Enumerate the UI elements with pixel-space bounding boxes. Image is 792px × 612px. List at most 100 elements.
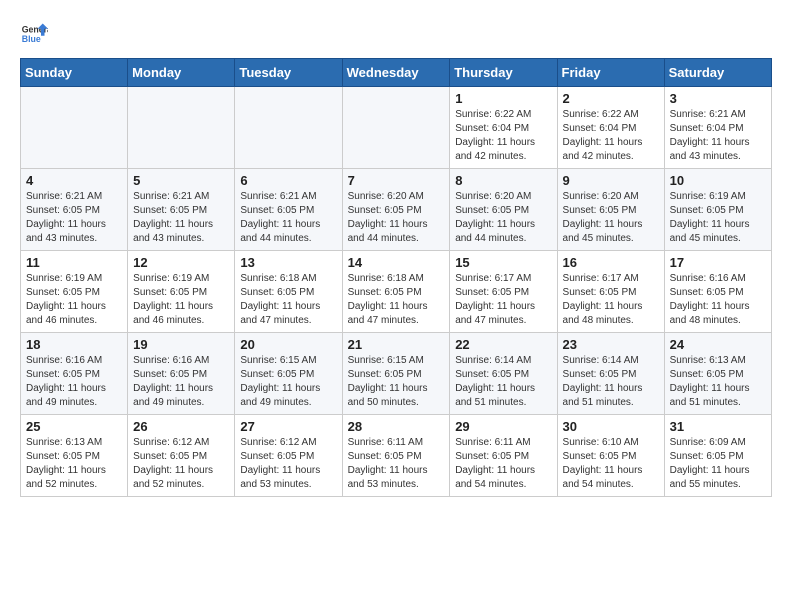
day-cell: 29Sunrise: 6:11 AMSunset: 6:05 PMDayligh… [450,415,557,497]
day-info: Sunrise: 6:12 AM [240,436,336,450]
day-cell: 22Sunrise: 6:14 AMSunset: 6:05 PMDayligh… [450,333,557,415]
day-info: Daylight: 11 hours and 50 minutes. [348,382,445,410]
week-row-1: 1 Sunrise: 6:22 AM Sunset: 6:04 PM Daylight… [21,87,772,169]
dow-sunday: Sunday [21,59,128,87]
day-info: Sunrise: 6:13 AM [26,436,122,450]
day-info: Sunset: 6:05 PM [563,204,659,218]
day-info: Sunset: 6:05 PM [240,286,336,300]
svg-text:Blue: Blue [22,34,41,44]
day-number: 26 [133,419,229,434]
day-cell: 11Sunrise: 6:19 AMSunset: 6:05 PMDayligh… [21,251,128,333]
day-number: 16 [563,255,659,270]
day-info: Sunset: 6:05 PM [670,286,766,300]
day-number: 2 [563,91,659,106]
day-info: Sunrise: 6:19 AM [670,190,766,204]
day-info: Sunrise: 6:22 AM [455,108,551,122]
day-cell [128,87,235,169]
day-cell: 31Sunrise: 6:09 AMSunset: 6:05 PMDayligh… [664,415,771,497]
day-info: Sunrise: 6:16 AM [133,354,229,368]
day-number: 3 [670,91,766,106]
day-cell: 20Sunrise: 6:15 AMSunset: 6:05 PMDayligh… [235,333,342,415]
day-info: Daylight: 11 hours and 47 minutes. [455,300,551,328]
day-number: 31 [670,419,766,434]
calendar-body: 1 Sunrise: 6:22 AM Sunset: 6:04 PM Daylight… [21,87,772,497]
dow-monday: Monday [128,59,235,87]
day-cell [235,87,342,169]
day-cell: 28Sunrise: 6:11 AMSunset: 6:05 PMDayligh… [342,415,450,497]
day-info: Sunset: 6:05 PM [133,204,229,218]
week-row-5: 25Sunrise: 6:13 AMSunset: 6:05 PMDayligh… [21,415,772,497]
day-info: Sunrise: 6:16 AM [26,354,122,368]
logo-icon: General Blue [20,20,48,48]
day-info: Daylight: 11 hours and 47 minutes. [240,300,336,328]
day-info: Sunrise: 6:13 AM [670,354,766,368]
day-info: Sunrise: 6:19 AM [26,272,122,286]
dow-tuesday: Tuesday [235,59,342,87]
day-number: 24 [670,337,766,352]
logo: General Blue [20,20,52,48]
day-info: Sunrise: 6:19 AM [133,272,229,286]
day-info: Daylight: 11 hours and 51 minutes. [455,382,551,410]
day-number: 23 [563,337,659,352]
day-cell: 26Sunrise: 6:12 AMSunset: 6:05 PMDayligh… [128,415,235,497]
dow-friday: Friday [557,59,664,87]
day-info: Sunset: 6:04 PM [670,122,766,136]
week-row-2: 4Sunrise: 6:21 AMSunset: 6:05 PMDaylight… [21,169,772,251]
day-info: Sunrise: 6:21 AM [670,108,766,122]
day-info: Sunset: 6:05 PM [133,450,229,464]
day-number: 11 [26,255,122,270]
day-number: 28 [348,419,445,434]
day-cell: 1Sunrise: 6:22 AMSunset: 6:04 PMDaylight… [450,87,557,169]
day-cell: 7Sunrise: 6:20 AMSunset: 6:05 PMDaylight… [342,169,450,251]
day-info: Daylight: 11 hours and 54 minutes. [563,464,659,492]
day-info: Sunset: 6:05 PM [563,450,659,464]
day-info: Daylight: 11 hours and 44 minutes. [348,218,445,246]
day-info: Sunrise: 6:14 AM [563,354,659,368]
day-info: Sunrise: 6:21 AM [133,190,229,204]
day-info: Sunset: 6:05 PM [670,204,766,218]
day-number: 19 [133,337,229,352]
day-info: Sunrise: 6:20 AM [455,190,551,204]
day-info: Daylight: 11 hours and 42 minutes. [455,136,551,164]
day-number: 20 [240,337,336,352]
day-cell: 9Sunrise: 6:20 AMSunset: 6:05 PMDaylight… [557,169,664,251]
day-info: Daylight: 11 hours and 48 minutes. [670,300,766,328]
day-info: Sunrise: 6:20 AM [563,190,659,204]
day-info: Sunset: 6:05 PM [240,368,336,382]
week-row-4: 18Sunrise: 6:16 AMSunset: 6:05 PMDayligh… [21,333,772,415]
day-cell: 21Sunrise: 6:15 AMSunset: 6:05 PMDayligh… [342,333,450,415]
day-cell: 6Sunrise: 6:21 AMSunset: 6:05 PMDaylight… [235,169,342,251]
day-number: 29 [455,419,551,434]
day-info: Sunrise: 6:11 AM [455,436,551,450]
day-cell: 27Sunrise: 6:12 AMSunset: 6:05 PMDayligh… [235,415,342,497]
day-info: Daylight: 11 hours and 42 minutes. [563,136,659,164]
day-info: Sunset: 6:05 PM [455,368,551,382]
day-info: Sunset: 6:05 PM [26,368,122,382]
day-info: Daylight: 11 hours and 43 minutes. [26,218,122,246]
day-of-week-header: SundayMondayTuesdayWednesdayThursdayFrid… [21,59,772,87]
day-number: 21 [348,337,445,352]
day-cell: 19Sunrise: 6:16 AMSunset: 6:05 PMDayligh… [128,333,235,415]
page-header: General Blue [20,20,772,48]
day-info: Daylight: 11 hours and 49 minutes. [240,382,336,410]
day-cell: 13Sunrise: 6:18 AMSunset: 6:05 PMDayligh… [235,251,342,333]
day-cell: 5Sunrise: 6:21 AMSunset: 6:05 PMDaylight… [128,169,235,251]
day-cell: 10Sunrise: 6:19 AMSunset: 6:05 PMDayligh… [664,169,771,251]
day-cell: 23Sunrise: 6:14 AMSunset: 6:05 PMDayligh… [557,333,664,415]
day-info: Daylight: 11 hours and 46 minutes. [133,300,229,328]
day-info: Sunset: 6:05 PM [133,368,229,382]
day-info: Sunrise: 6:22 AM [563,108,659,122]
day-number: 15 [455,255,551,270]
day-info: Daylight: 11 hours and 48 minutes. [563,300,659,328]
day-info: Daylight: 11 hours and 52 minutes. [26,464,122,492]
day-info: Daylight: 11 hours and 45 minutes. [670,218,766,246]
day-number: 1 [455,91,551,106]
day-info: Sunset: 6:05 PM [455,450,551,464]
day-info: Sunset: 6:05 PM [240,450,336,464]
day-number: 18 [26,337,122,352]
day-number: 6 [240,173,336,188]
day-info: Sunset: 6:05 PM [348,286,445,300]
day-cell: 15Sunrise: 6:17 AMSunset: 6:05 PMDayligh… [450,251,557,333]
day-info: Sunrise: 6:20 AM [348,190,445,204]
day-number: 14 [348,255,445,270]
